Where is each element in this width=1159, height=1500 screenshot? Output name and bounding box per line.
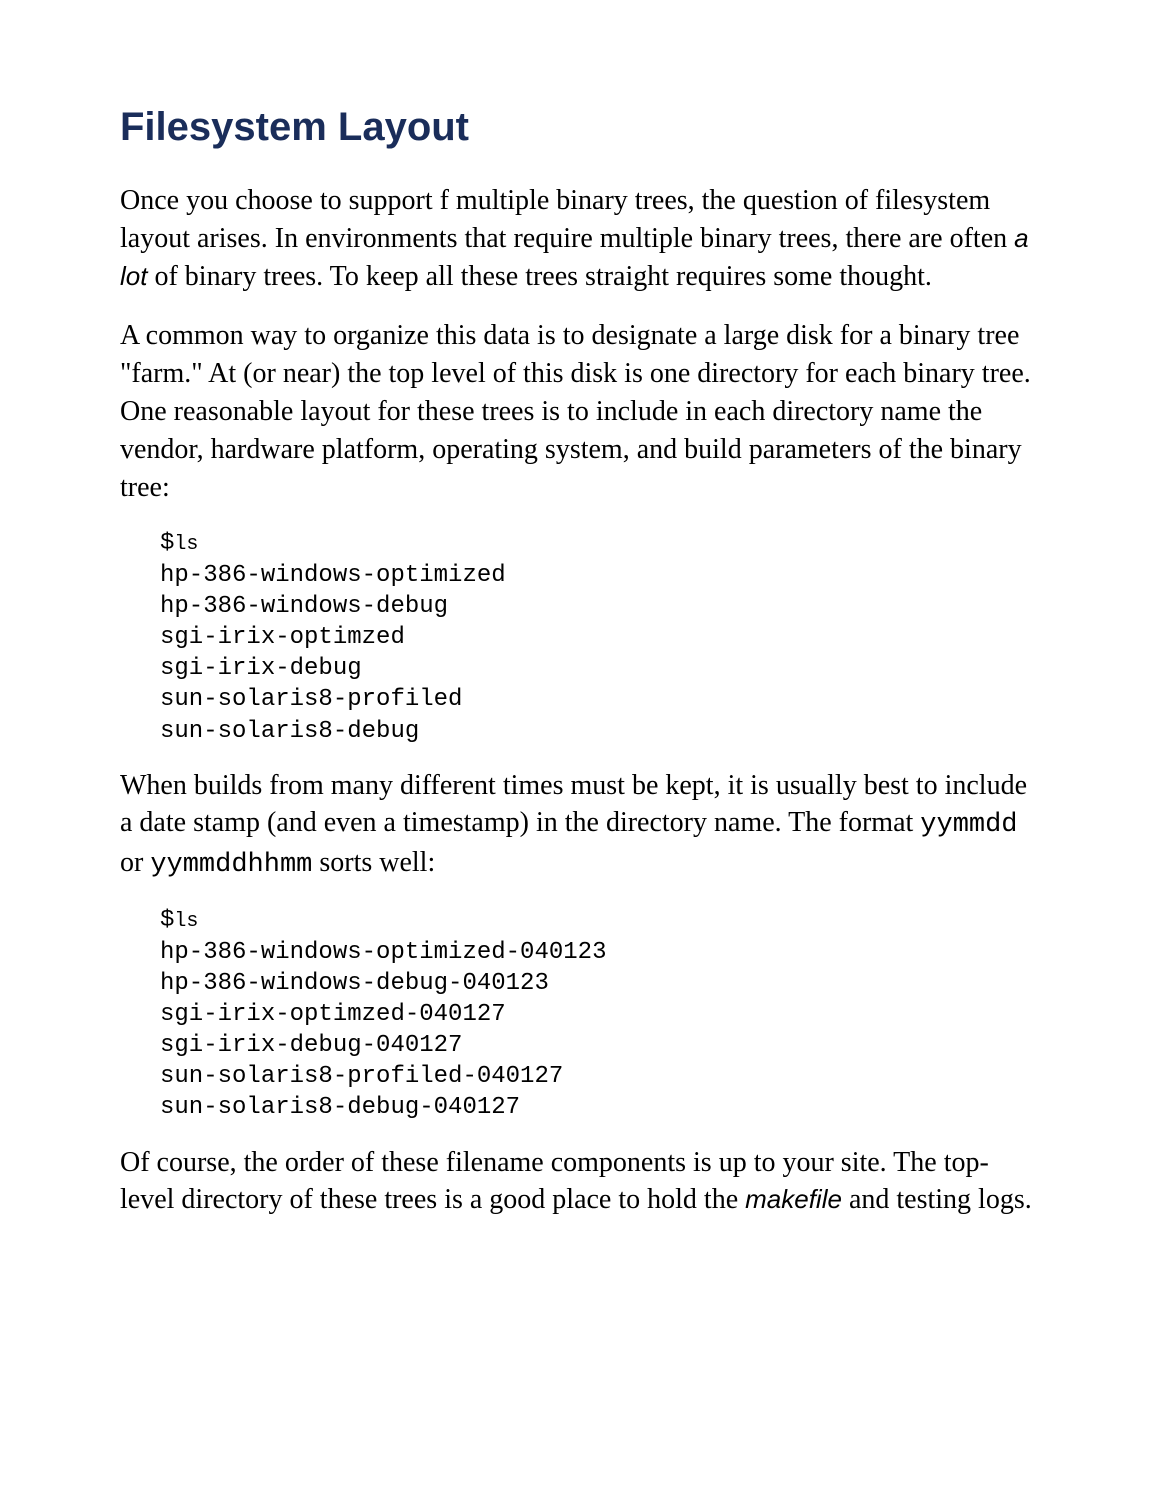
farm-paragraph: A common way to organize this data is to… <box>120 317 1039 506</box>
inline-code: yymmddhhmm <box>150 850 312 880</box>
inline-code: yymmdd <box>920 810 1017 840</box>
code-listing-2: $ls hp-386-windows-optimized-040123 hp-3… <box>160 905 1039 1123</box>
text: or <box>120 847 150 878</box>
page-title: Filesystem Layout <box>120 100 1039 154</box>
datestamp-paragraph: When builds from many different times mu… <box>120 767 1039 884</box>
text: of binary trees. To keep all these trees… <box>147 261 931 292</box>
text: sorts well: <box>312 847 435 878</box>
text: Once you choose to support f multiple bi… <box>120 185 1014 254</box>
command: ls <box>174 910 198 933</box>
intro-paragraph: Once you choose to support f multiple bi… <box>120 182 1039 295</box>
code-output: hp-386-windows-optimized-040123 hp-386-w… <box>160 939 606 1122</box>
code-output: hp-386-windows-optimized hp-386-windows-… <box>160 562 506 745</box>
closing-paragraph: Of course, the order of these filename c… <box>120 1144 1039 1220</box>
command: ls <box>174 533 198 556</box>
code-listing-1: $ls hp-386-windows-optimized hp-386-wind… <box>160 528 1039 746</box>
emphasis-text: makefile <box>745 1184 842 1214</box>
prompt: $ <box>160 530 174 557</box>
text: and testing logs. <box>842 1184 1032 1215</box>
text: When builds from many different times mu… <box>120 770 1027 839</box>
prompt: $ <box>160 907 174 934</box>
